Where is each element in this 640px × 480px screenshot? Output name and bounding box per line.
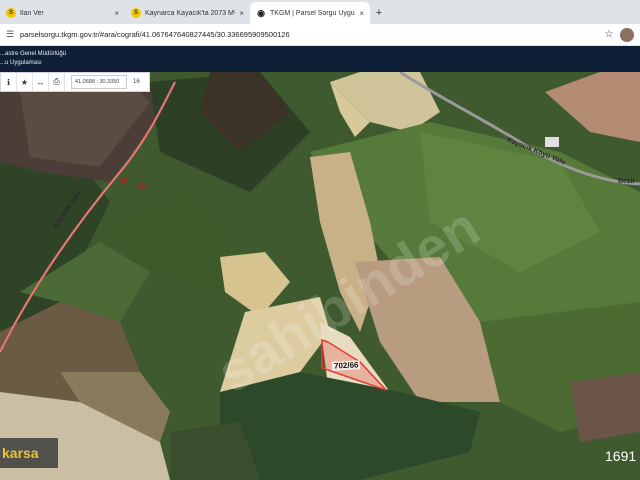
site-header: ...astre Genel Müdürlüğü ...u Uygulaması [0,46,640,72]
bookmark-star-icon[interactable]: ☆ [598,29,620,40]
zoom-level: 16 [133,79,140,85]
tab-kaynarca-listing[interactable]: S Kaynarca Kayacık'ta 2073 M² × [125,2,250,24]
tab-title: Kaynarca Kayacık'ta 2073 M² [145,9,236,17]
satellite-map[interactable]: sahibinden [0,72,640,480]
header-app-name: ...u Uygulaması [0,60,42,66]
sahibinden-favicon-icon: S [6,8,16,18]
print-icon[interactable]: ⎙ [49,73,65,91]
road-label: Bezir [618,178,636,185]
brand-logo: karsa [0,438,58,468]
tab-ilan-ver[interactable]: S İlan Ver × [0,2,125,24]
tab-title: TKGM | Parsel Sorgu Uygulam [270,9,355,17]
measure-icon[interactable]: ↔ [33,73,49,91]
parcel-number-label[interactable]: 702/66 [331,360,361,371]
map-toolbar: ℹ ★ ↔ ⎙ 41.0688 : 30.3350 16 [0,72,150,92]
browser-tab-bar: S İlan Ver × S Kaynarca Kayacık'ta 2073 … [0,0,640,24]
favorite-star-icon[interactable]: ★ [17,73,33,91]
close-icon[interactable]: × [239,9,244,18]
address-bar: ☰ parselsorgu.tkgm.gov.tr/#ara/cografi/4… [0,24,640,46]
header-org-name: ...astre Genel Müdürlüğü [0,51,67,57]
image-counter: 1691 [605,448,637,464]
info-icon[interactable]: ℹ [1,73,17,91]
new-tab-button[interactable]: + [370,2,388,24]
map-pin-icon: ◉ [257,7,265,18]
coordinate-field[interactable]: 41.0688 : 30.3350 [71,75,127,89]
close-icon[interactable]: × [114,9,119,18]
url-input[interactable]: parselsorgu.tkgm.gov.tr/#ara/cografi/41.… [20,30,598,39]
profile-avatar[interactable] [620,27,634,42]
sahibinden-favicon-icon: S [131,8,141,18]
tab-tkgm-parsel-sorgu[interactable]: ◉ TKGM | Parsel Sorgu Uygulam × [250,2,370,24]
map-imagery [0,72,640,480]
close-icon[interactable]: × [359,9,364,18]
tab-title: İlan Ver [20,9,44,17]
site-info-icon[interactable]: ☰ [0,29,20,40]
